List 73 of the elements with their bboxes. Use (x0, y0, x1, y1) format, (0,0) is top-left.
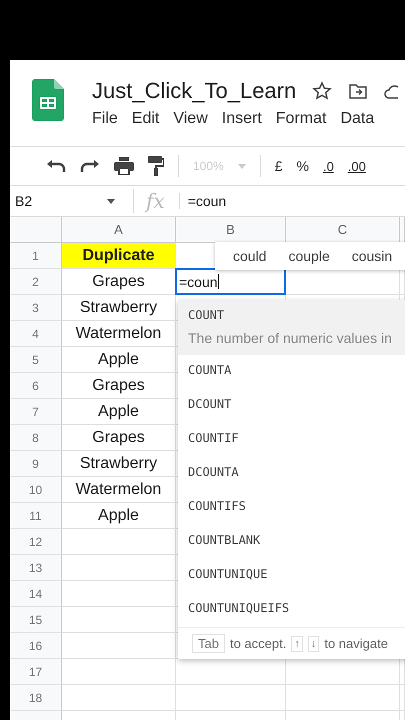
print-icon[interactable] (114, 157, 134, 175)
cell-editor[interactable]: =coun (175, 268, 286, 295)
currency-button[interactable]: £ (274, 158, 282, 174)
hint-text: to accept. (230, 636, 286, 651)
table-cell: Apple (62, 503, 176, 529)
menu-item[interactable]: Format (276, 110, 326, 128)
menu-item[interactable]: Insert (222, 110, 262, 128)
row-header[interactable]: 15 (10, 607, 62, 633)
table-cell: Strawberry (62, 451, 176, 477)
table-cell: Watermelon (62, 321, 176, 347)
column-header[interactable]: B (176, 217, 286, 243)
hint-text: to navigate (324, 636, 388, 651)
cell-reference[interactable]: B2 (10, 193, 107, 209)
table-cell: Grapes (62, 425, 176, 451)
row-header[interactable]: 11 (10, 503, 62, 529)
row-header[interactable]: 17 (10, 659, 62, 685)
key-hint: ↓ (308, 636, 320, 652)
row-header[interactable]: 18 (10, 685, 62, 711)
row-header[interactable]: 1 (10, 243, 62, 269)
row-header[interactable]: 3 (10, 295, 62, 321)
key-hint: ↑ (291, 636, 303, 652)
row-header[interactable]: 5 (10, 347, 62, 373)
table-cell: Strawberry (62, 295, 176, 321)
percent-button[interactable]: % (296, 158, 309, 174)
function-suggestion[interactable]: COUNT The number of numeric values in (178, 300, 405, 355)
paint-format-icon[interactable] (148, 156, 164, 176)
row-header[interactable]: 4 (10, 321, 62, 347)
column-header[interactable]: C (286, 217, 400, 243)
function-suggestion[interactable]: COUNTA (178, 355, 405, 389)
key-hint: Tab (192, 634, 225, 653)
dropdown-icon (238, 164, 246, 168)
word-suggestion[interactable]: couple (288, 248, 330, 264)
row-header[interactable]: 10 (10, 477, 62, 503)
increase-decimals-button[interactable]: .00 (348, 158, 366, 174)
row-header[interactable]: 6 (10, 373, 62, 399)
sheets-logo-icon[interactable] (32, 79, 64, 121)
row-header[interactable]: 2 (10, 269, 62, 295)
function-suggestion[interactable]: COUNTUNIQUE (178, 559, 405, 593)
table-cell: Grapes (62, 373, 176, 399)
menu-item[interactable]: File (92, 110, 118, 128)
row-header[interactable]: 16 (10, 633, 62, 659)
function-suggestion[interactable]: COUNTIF (178, 423, 405, 457)
folder-icon[interactable] (348, 82, 368, 100)
decrease-decimals-button[interactable]: .0 (322, 158, 334, 174)
menu-item[interactable]: View (173, 110, 208, 128)
row-header[interactable]: 13 (10, 555, 62, 581)
cloud-icon[interactable] (384, 82, 398, 100)
row-header[interactable]: 14 (10, 581, 62, 607)
table-cell: Apple (62, 399, 176, 425)
table-cell: Duplicate (62, 243, 176, 269)
column-header[interactable]: A (62, 217, 176, 243)
function-label: fx (133, 189, 179, 213)
function-suggestion[interactable]: COUNTIFS (178, 491, 405, 525)
function-suggestion[interactable]: COUNTUNIQUEIFS (178, 593, 405, 627)
menu-item[interactable]: Data (340, 110, 374, 128)
row-header[interactable]: 7 (10, 399, 62, 425)
table-cell: Watermelon (62, 477, 176, 503)
function-suggestion[interactable]: COUNTBLANK (178, 525, 405, 559)
function-suggestion[interactable]: DCOUNTA (178, 457, 405, 491)
function-suggestion[interactable]: DCOUNT (178, 389, 405, 423)
row-header[interactable]: 9 (10, 451, 62, 477)
row-header[interactable]: 12 (10, 529, 62, 555)
star-icon[interactable] (312, 81, 332, 101)
formula-input[interactable]: =coun (178, 193, 226, 209)
menu-item[interactable]: Edit (132, 110, 160, 128)
redo-icon[interactable] (80, 159, 100, 173)
undo-icon[interactable] (46, 159, 66, 173)
word-suggestion[interactable]: cousin (352, 248, 392, 264)
word-suggestion[interactable]: could (233, 248, 266, 264)
document-title[interactable]: Just_Click_To_Learn (92, 78, 296, 104)
row-header[interactable]: 8 (10, 425, 62, 451)
dropdown-icon[interactable] (107, 198, 115, 204)
table-cell: Apple (62, 347, 176, 373)
